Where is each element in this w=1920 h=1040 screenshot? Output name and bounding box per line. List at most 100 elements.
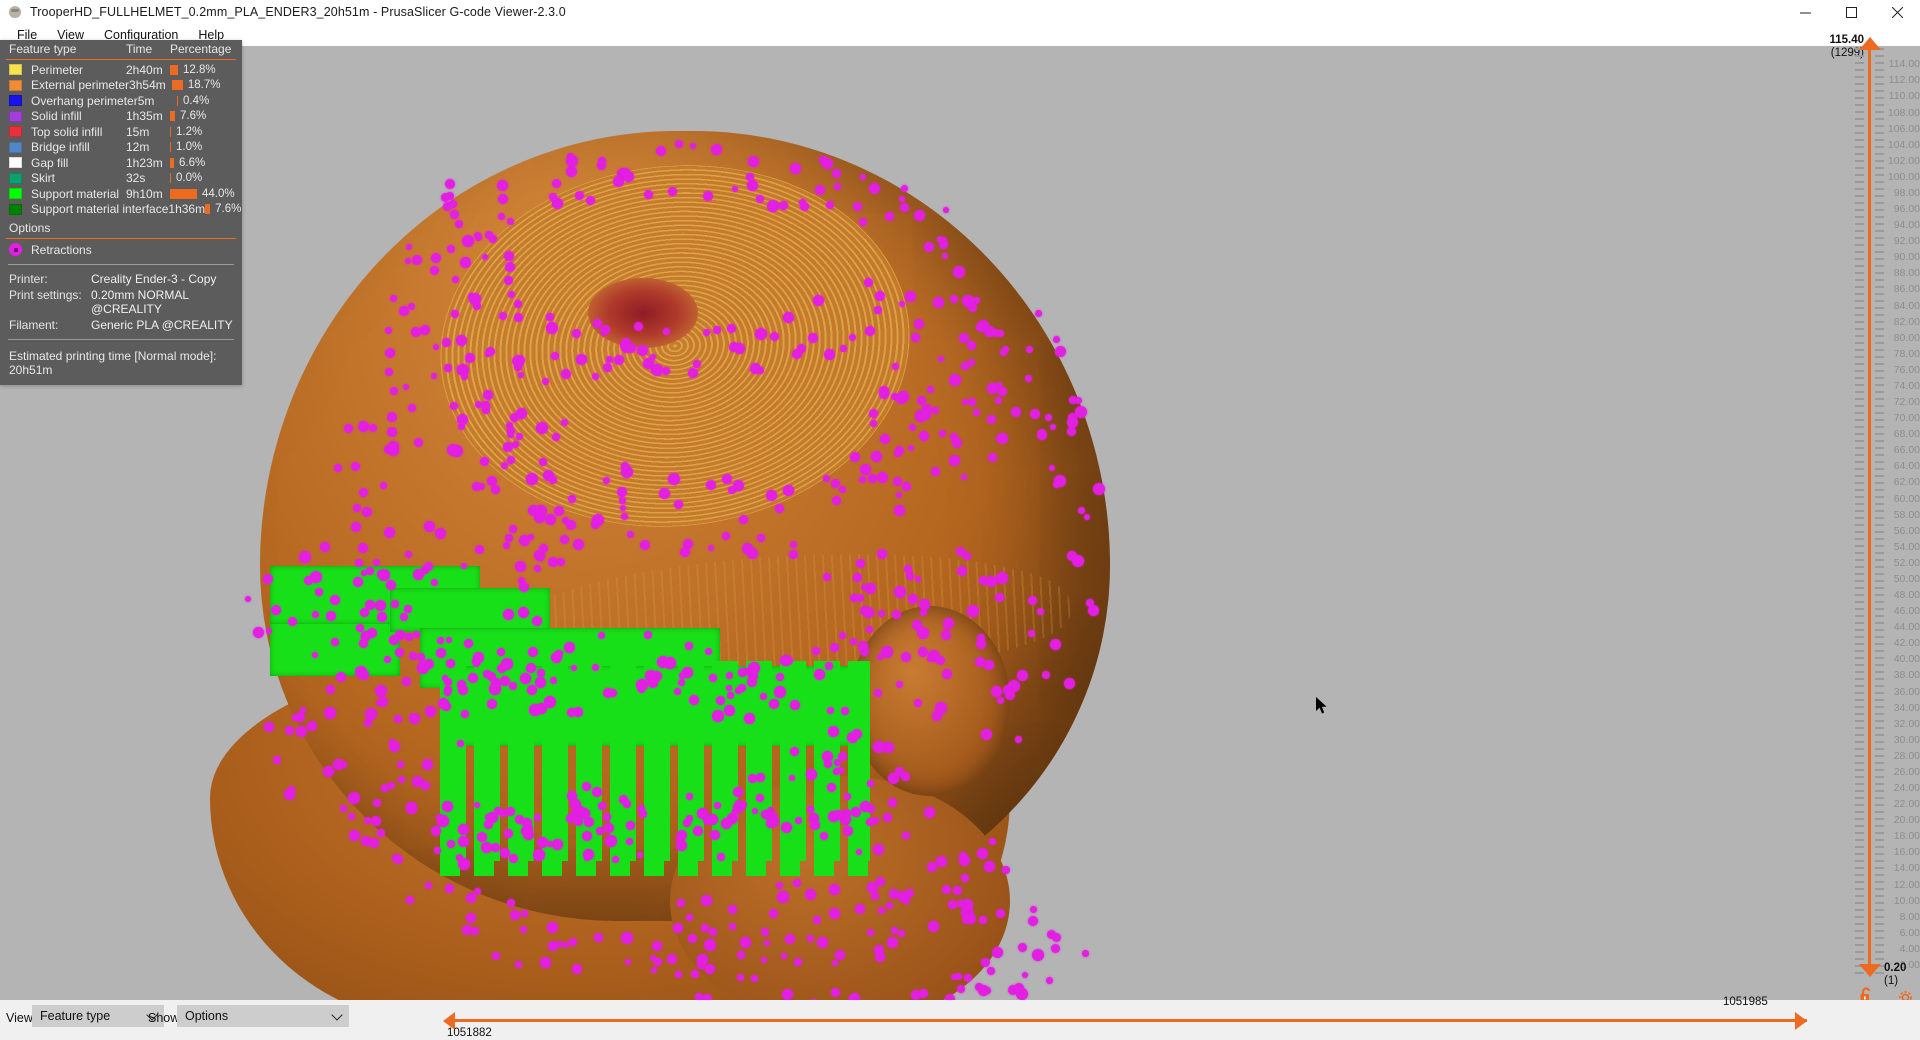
retraction-dot-icon <box>9 243 22 256</box>
gcode-preview-viewport[interactable] <box>0 46 1920 1000</box>
layer-scale-tick-label: 106.00 <box>1887 122 1920 135</box>
layer-scale-tick-label: 98.00 <box>1893 186 1920 199</box>
layer-scale-tick-label: 20.00 <box>1893 814 1920 827</box>
retraction-marker <box>1047 930 1056 939</box>
legend-estimate-divider <box>8 339 234 340</box>
feature-time: 15m <box>126 124 150 139</box>
layer-slider-track[interactable] <box>1868 46 1871 974</box>
layer-scale-tick-label: 76.00 <box>1893 363 1920 376</box>
feature-percentage-value: 0.4% <box>183 94 210 107</box>
retraction-marker <box>1028 916 1038 926</box>
layer-slider-upper-handle[interactable] <box>1859 37 1881 50</box>
layer-scale-tick-label: 72.00 <box>1893 396 1920 408</box>
feature-percentage-cell: 0.0% <box>170 172 236 184</box>
legend-feature-rows: Perimeter 2h40m 12.8% External perimeter 3h5… <box>0 62 242 217</box>
feature-percentage-bar <box>170 142 171 153</box>
legend-header-percentage: Percentage <box>170 41 232 56</box>
feature-percentage-value: 1.2% <box>176 125 203 138</box>
legend-option-rows: Retractions <box>0 241 242 258</box>
chevron-down-icon <box>331 1009 343 1021</box>
layer-scale-tick-label: 54.00 <box>1893 540 1920 553</box>
maximize-button[interactable] <box>1828 0 1874 24</box>
retraction-marker <box>984 987 991 994</box>
layer-scale-tick-label: 96.00 <box>1893 203 1920 215</box>
option-label: Retractions <box>31 242 92 257</box>
feature-label: Solid infill <box>31 109 82 124</box>
feature-percentage-bar <box>170 188 197 199</box>
feature-percentage-bar <box>170 157 174 168</box>
feature-percentage-bar <box>170 126 171 137</box>
print-info-row: Printer: Creality Ender-3 - Copy <box>0 271 242 287</box>
layer-scale-tick-label: 40.00 <box>1893 653 1920 666</box>
layer-scale-tick-label: 70.00 <box>1893 412 1920 425</box>
legend-row[interactable]: Support material 9h10m 44.0% <box>0 186 242 202</box>
print-info-key: Filament: <box>9 318 59 332</box>
layer-scale-tick-label: 36.00 <box>1893 685 1920 698</box>
feature-percentage-value: 44.0% <box>202 187 235 200</box>
moves-slider-min-value: 1051882 <box>447 1027 492 1039</box>
minimize-button[interactable] <box>1782 0 1828 24</box>
feature-time: 9h10m <box>126 186 163 201</box>
close-button[interactable] <box>1874 0 1920 24</box>
retraction-marker <box>1022 972 1028 978</box>
retraction-marker <box>253 627 264 638</box>
layer-scale-tick-label: 12.00 <box>1893 878 1920 891</box>
layer-scale-tick-label: 18.00 <box>1893 830 1920 843</box>
legend-row[interactable]: Solid infill 1h35m 7.6% <box>0 109 242 125</box>
legend-row[interactable]: Overhang perimeter 5m 0.4% <box>0 93 242 109</box>
retraction-marker <box>1014 983 1024 993</box>
layer-scale-tick-label: 74.00 <box>1893 379 1920 392</box>
layer-scale-tick-label: 30.00 <box>1893 733 1920 746</box>
legend-info-divider <box>8 264 234 265</box>
legend-row[interactable]: Bridge infill 12m 1.0% <box>0 140 242 156</box>
view-mode-select[interactable]: Feature type <box>32 1005 164 1027</box>
retraction-marker <box>1035 310 1042 317</box>
legend-row[interactable]: Skirt 32s 0.0% <box>0 171 242 187</box>
moves-slider-track[interactable] <box>452 1019 1807 1022</box>
model-crown-core <box>588 278 698 348</box>
show-label: Show <box>148 1011 180 1025</box>
feature-percentage-cell: 12.8% <box>170 64 236 76</box>
layer-scale-tick-label: 84.00 <box>1893 299 1920 312</box>
view-label: View <box>6 1011 33 1025</box>
legend-option-row[interactable]: Retractions <box>0 241 242 258</box>
legend-row[interactable]: Top solid infill 15m 1.2% <box>0 124 242 140</box>
layer-scale-tick-label: 26.00 <box>1893 765 1920 778</box>
retraction-marker <box>1032 949 1044 961</box>
estimate-value: 20h51m <box>9 363 53 377</box>
menu-bar: File View Configuration Help <box>0 24 1920 46</box>
show-select[interactable]: Options <box>177 1005 349 1027</box>
legend-row[interactable]: Support material interface 1h36m 7.6% <box>0 202 242 218</box>
layer-ticks-right <box>1875 48 1884 974</box>
feature-percentage-cell: 44.0% <box>170 188 236 200</box>
feature-time: 3h54m <box>129 78 166 93</box>
layer-slider[interactable]: 115.40 (1299) 114.00 112.00 110.00 108.00 10… <box>1824 34 1920 1004</box>
layer-scale-labels: 114.00 112.00 110.00 108.00 106.00 104.00 102.… <box>1886 40 1920 980</box>
legend-row[interactable]: Perimeter 2h40m 12.8% <box>0 62 242 78</box>
feature-percentage-cell: 6.6% <box>170 157 236 169</box>
legend-row[interactable]: External perimeter 3h54m 18.7% <box>0 78 242 94</box>
layer-scale-tick-label: 6.00 <box>1899 926 1920 939</box>
layer-bottom-height: 0.20 <box>1884 962 1907 974</box>
feature-time: 12m <box>126 140 150 155</box>
feature-color-swatch <box>9 203 22 215</box>
layer-scale-tick-label: 4.00 <box>1899 942 1920 955</box>
layer-scale-tick-label: 60.00 <box>1893 492 1920 505</box>
feature-label: External perimeter <box>31 78 130 93</box>
feature-label: Support material interface <box>31 202 169 217</box>
estimated-printing-time: Estimated printing time [Normal mode]: 2… <box>0 346 242 385</box>
gcode-model <box>150 86 1490 1000</box>
layer-scale-tick-label: 24.00 <box>1893 782 1920 794</box>
legend-row[interactable]: Gap fill 1h23m 6.6% <box>0 155 242 171</box>
retraction-marker <box>245 596 251 602</box>
view-mode-value: Feature type <box>40 1009 111 1023</box>
feature-percentage-cell: 1.0% <box>170 141 236 153</box>
layer-slider-lower-handle[interactable] <box>1859 964 1881 977</box>
layer-scale-tick-label: 90.00 <box>1893 251 1920 264</box>
layer-scale-tick-label: 102.00 <box>1887 154 1920 167</box>
layer-scale-tick-label: 64.00 <box>1893 460 1920 473</box>
feature-time: 32s <box>126 171 146 186</box>
legend-options-divider <box>6 238 236 239</box>
moves-slider-right-handle[interactable] <box>1795 1012 1807 1030</box>
layer-scale-tick-label: 108.00 <box>1887 106 1920 119</box>
